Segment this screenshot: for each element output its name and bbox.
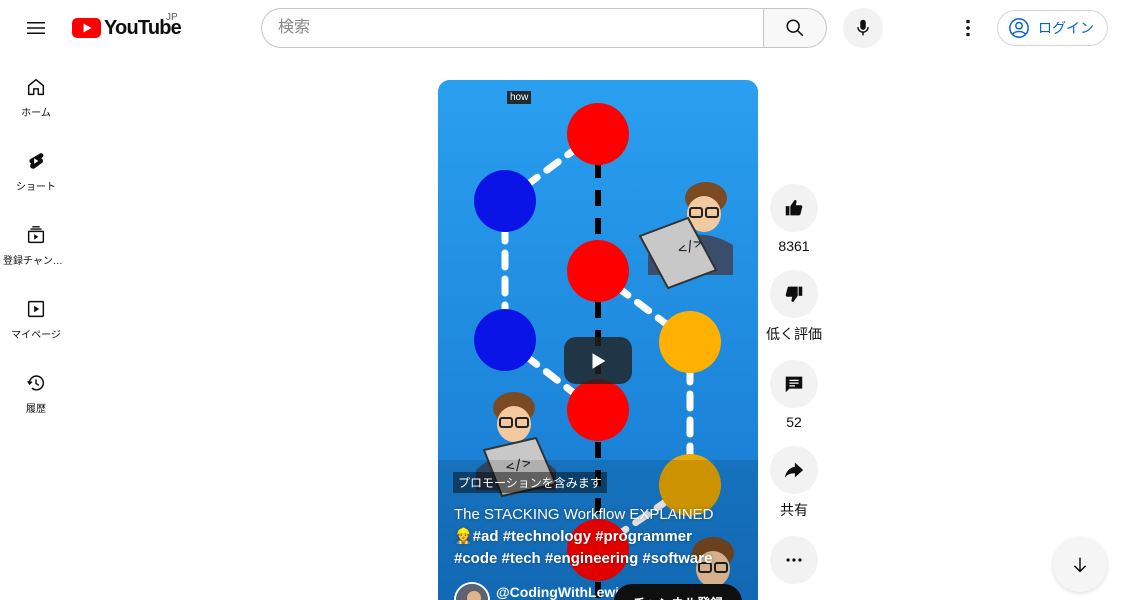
promotion-badge[interactable]: プロモーションを含みます xyxy=(453,472,607,493)
youtube-logo[interactable]: YouTube xyxy=(72,14,182,42)
search-input[interactable] xyxy=(261,8,764,48)
voice-search-button[interactable] xyxy=(843,8,883,48)
home-icon xyxy=(27,78,45,96)
nav-label: ホーム xyxy=(21,108,51,119)
shorts-icon xyxy=(29,153,44,169)
overlay-tag: how xyxy=(507,91,532,104)
login-button[interactable]: ログイン xyxy=(997,10,1108,46)
like-button[interactable] xyxy=(770,184,818,232)
video-hashtags-line[interactable]: #code #tech #engineering #software xyxy=(454,548,744,570)
comment-count: 52 xyxy=(786,414,802,430)
side-nav: ホーム ショート 登録チャンネル マイページ 履歴 xyxy=(0,56,72,426)
video-hashtags-line[interactable]: 👷#ad #technology #programmer xyxy=(454,526,744,548)
play-button[interactable] xyxy=(564,337,632,384)
action-bar: 8361 低く評価 52 共有 xyxy=(766,184,822,600)
top-bar: YouTube JP ログイン xyxy=(0,0,1124,56)
more-actions-button[interactable] xyxy=(770,536,818,584)
search-icon xyxy=(786,19,804,37)
search-button[interactable] xyxy=(763,8,827,48)
avatar-image xyxy=(456,584,488,600)
share-action: 共有 xyxy=(770,446,818,520)
video-title[interactable]: The STACKING Workflow EXPLAINED 👷#ad #te… xyxy=(454,504,744,570)
nav-item-subscriptions[interactable]: 登録チャンネル xyxy=(0,204,72,278)
settings-more-button[interactable] xyxy=(948,8,988,48)
search-bar xyxy=(261,8,827,48)
nav-item-shorts[interactable]: ショート xyxy=(0,130,72,204)
thumbs-down-icon xyxy=(785,286,803,302)
account-circle-icon xyxy=(1009,18,1029,38)
hamburger-icon xyxy=(27,22,45,34)
comment-action: 52 xyxy=(770,360,818,430)
dislike-button[interactable] xyxy=(770,270,818,318)
thumbs-up-icon xyxy=(785,200,803,216)
nav-item-history[interactable]: 履歴 xyxy=(0,352,72,426)
share-arrow-icon xyxy=(784,462,804,478)
nav-label: 履歴 xyxy=(26,404,46,415)
channel-row: @CodingWithLewi チャンネル登録 xyxy=(454,580,754,600)
like-count: 8361 xyxy=(778,238,810,254)
menu-button[interactable] xyxy=(16,8,56,48)
arrow-down-icon xyxy=(1073,557,1087,573)
channel-name[interactable]: @CodingWithLewi xyxy=(496,584,619,600)
comment-button[interactable] xyxy=(770,360,818,408)
history-icon xyxy=(27,375,45,391)
nav-item-you[interactable]: マイページ xyxy=(0,278,72,352)
microphone-icon xyxy=(857,19,869,36)
login-label: ログイン xyxy=(1038,20,1094,36)
subscribe-button[interactable]: チャンネル登録 xyxy=(614,584,742,600)
nav-label: ショート xyxy=(16,182,56,193)
share-label: 共有 xyxy=(780,502,808,518)
shorts-video-player[interactable]: </> </> how プロモーションを含みます The STACKING Wo… xyxy=(438,80,758,600)
more-horizontal-icon xyxy=(786,558,802,562)
share-button[interactable] xyxy=(770,446,818,494)
play-icon xyxy=(592,352,606,369)
region-code: JP xyxy=(166,12,178,23)
channel-avatar[interactable] xyxy=(454,582,490,600)
nav-label: 登録チャンネル xyxy=(3,256,69,267)
you-icon xyxy=(27,300,45,318)
more-action xyxy=(770,536,818,584)
more-vertical-icon xyxy=(966,19,970,37)
youtube-play-logo-icon xyxy=(72,18,101,38)
dislike-action: 低く評価 xyxy=(766,270,822,344)
nav-item-home[interactable]: ホーム xyxy=(0,56,72,130)
next-video-button[interactable] xyxy=(1053,538,1107,592)
nav-label: マイページ xyxy=(11,330,61,341)
subscriptions-icon xyxy=(27,226,45,244)
comment-icon xyxy=(785,376,803,393)
dislike-label: 低く評価 xyxy=(766,326,822,342)
like-action: 8361 xyxy=(770,184,818,254)
video-title-text: The STACKING Workflow EXPLAINED xyxy=(454,506,714,523)
